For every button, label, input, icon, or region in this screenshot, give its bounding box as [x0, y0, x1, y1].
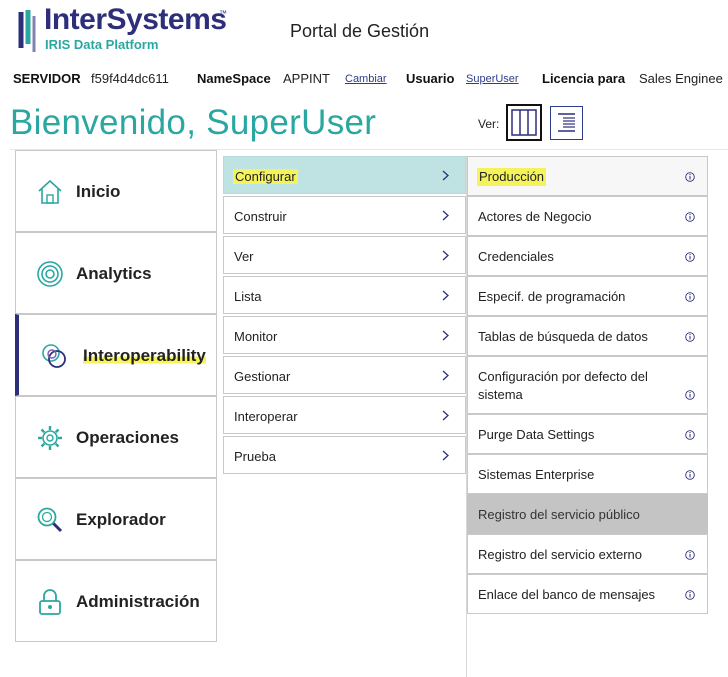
chevron-right-icon [442, 370, 449, 381]
option-label: Registro del servicio público [478, 507, 640, 522]
nav-item-interoperability[interactable]: Interoperability [15, 314, 217, 396]
intersystems-logo-mark [18, 10, 36, 52]
info-icon[interactable] [685, 590, 695, 600]
submenu-item-construir[interactable]: Construir [223, 196, 466, 234]
submenu-label: Gestionar [234, 369, 291, 384]
list-icon [558, 113, 575, 132]
nav-item-inicio[interactable]: Inicio [15, 150, 217, 232]
home-icon [38, 179, 62, 204]
analytics-icon [37, 261, 63, 287]
chevron-right-icon [442, 330, 449, 341]
logo-subtitle: IRIS Data Platform [45, 37, 159, 52]
chevron-right-icon [442, 250, 449, 261]
nav-label: Inicio [76, 182, 121, 201]
submenu-item-ver[interactable]: Ver [223, 236, 466, 274]
option-label: Registro del servicio externo [478, 547, 643, 562]
namespace-label: NameSpace [197, 71, 271, 86]
logo-trademark: ™ [219, 9, 227, 18]
submenu-label: Configurar [233, 169, 298, 184]
license-label: Licencia para [542, 71, 626, 86]
submenu-item-configurar[interactable]: Configurar [223, 156, 466, 194]
option-label: Especif. de programación [478, 289, 626, 304]
column-view-button[interactable] [506, 104, 542, 141]
welcome-title: Bienvenido, SuperUser [10, 103, 377, 142]
submenu-label: Monitor [234, 329, 278, 344]
chevron-right-icon [442, 410, 449, 421]
info-icon[interactable] [685, 470, 695, 480]
server-value: f59f4d4dc611 [91, 71, 169, 86]
submenu-item-interoperar[interactable]: Interoperar [223, 396, 466, 434]
info-bar: SERVIDOR f59f4d4dc611 NameSpace APPINT C… [13, 71, 728, 89]
submenu-label: Construir [234, 209, 287, 224]
submenu-item-monitor[interactable]: Monitor [223, 316, 466, 354]
interoperability-icon [42, 344, 66, 368]
option-label: Purge Data Settings [478, 427, 595, 442]
nav-label-text: Interoperability [83, 346, 206, 365]
option-purge-data-settings[interactable]: Purge Data Settings [467, 414, 708, 454]
option-label: Tablas de búsqueda de datos [478, 329, 648, 344]
option-sistemas-enterprise[interactable]: Sistemas Enterprise [467, 454, 708, 494]
submenu-item-lista[interactable]: Lista [223, 276, 466, 314]
chevron-right-icon [442, 170, 449, 181]
chevron-right-icon [442, 450, 449, 461]
chevron-right-icon [442, 210, 449, 221]
option-configuracion-defecto-sistema[interactable]: Configuración por defecto del sistema [467, 356, 708, 414]
server-label: SERVIDOR [13, 71, 81, 86]
info-icon[interactable] [685, 332, 695, 342]
option-label: Producción [477, 168, 547, 186]
nav-item-administracion[interactable]: Administración [15, 560, 217, 642]
option-tablas-busqueda-datos[interactable]: Tablas de búsqueda de datos [467, 316, 708, 356]
info-icon[interactable] [685, 252, 695, 262]
submenu-label: Prueba [234, 449, 276, 464]
change-namespace-link[interactable]: Cambiar [345, 73, 387, 85]
option-registro-servicio-externo[interactable]: Registro del servicio externo [467, 534, 708, 574]
logo-title: InterSystems [44, 3, 227, 36]
option-especif-programacion[interactable]: Especif. de programación [467, 276, 708, 316]
nav-item-explorador[interactable]: Explorador [15, 478, 217, 560]
option-enlace-banco-mensajes[interactable]: Enlace del banco de mensajes [467, 574, 708, 614]
option-credenciales[interactable]: Credenciales [467, 236, 708, 276]
info-icon[interactable] [685, 550, 695, 560]
nav-label: Interoperability [83, 346, 206, 366]
info-icon[interactable] [685, 430, 695, 440]
submenu-item-gestionar[interactable]: Gestionar [223, 356, 466, 394]
option-actores-de-negocio[interactable]: Actores de Negocio [467, 196, 708, 236]
info-icon[interactable] [685, 172, 695, 182]
user-label: Usuario [406, 71, 455, 86]
info-icon[interactable] [685, 292, 695, 302]
nav-item-analytics[interactable]: Analytics [15, 232, 217, 314]
gear-icon [38, 426, 62, 450]
nav-label: Operaciones [76, 428, 179, 447]
option-label: Credenciales [478, 249, 554, 264]
lock-icon [39, 589, 61, 615]
nav-label: Analytics [76, 264, 152, 283]
view-label: Ver: [478, 117, 500, 131]
submenu-label: Ver [234, 249, 254, 264]
portal-title: Portal de Gestión [290, 21, 430, 41]
option-label-line2: sistema [478, 387, 523, 402]
nav-label: Administración [76, 592, 200, 611]
submenu-item-prueba[interactable]: Prueba [223, 436, 466, 474]
license-value: Sales Enginee [639, 71, 723, 86]
user-link[interactable]: SuperUser [466, 73, 519, 85]
magnifier-icon [37, 507, 63, 533]
submenu-label: Lista [234, 289, 262, 304]
columns-icon [511, 109, 537, 136]
namespace-value: APPINT [283, 71, 330, 86]
info-icon[interactable] [685, 390, 695, 400]
option-label: Actores de Negocio [478, 209, 592, 224]
submenu-label: Interoperar [234, 409, 298, 424]
list-view-button[interactable] [550, 106, 583, 140]
option-label-line1: Configuración por defecto del [478, 369, 648, 384]
info-icon[interactable] [685, 212, 695, 222]
option-produccion[interactable]: Producción [467, 156, 708, 196]
option-registro-servicio-publico: Registro del servicio público [467, 494, 708, 534]
nav-item-operaciones[interactable]: Operaciones [15, 396, 217, 478]
option-label: Sistemas Enterprise [478, 467, 595, 482]
chevron-right-icon [442, 290, 449, 301]
option-label: Enlace del banco de mensajes [478, 587, 656, 602]
nav-label: Explorador [76, 510, 166, 529]
